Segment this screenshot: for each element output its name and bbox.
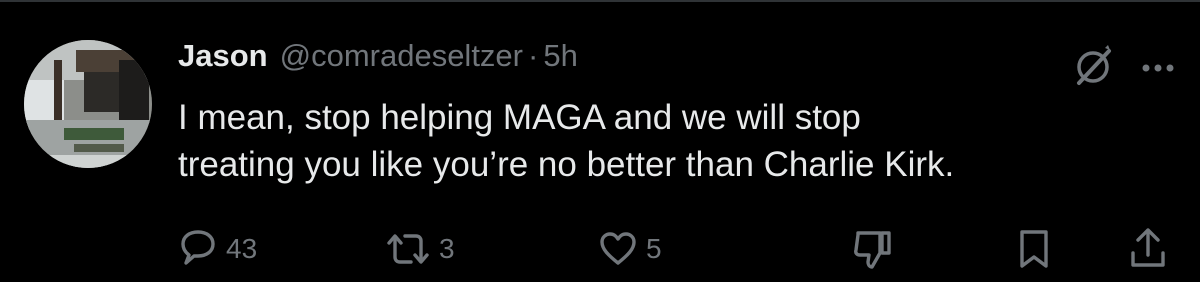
like-count: 5: [646, 233, 662, 264]
grok-icon[interactable]: [1072, 44, 1116, 93]
tweet-top-icons: [1072, 44, 1174, 93]
share-icon: [1128, 227, 1168, 271]
reply-icon: [178, 229, 218, 269]
separator-dot: ·: [528, 38, 539, 73]
like-button[interactable]: 5: [598, 226, 662, 272]
avatar[interactable]: [24, 40, 152, 168]
repost-icon: [385, 229, 431, 269]
tweet-text-line-1: I mean, stop helping MAGA and we will st…: [178, 98, 861, 137]
share-button[interactable]: [1128, 226, 1168, 272]
tweet-text-line-2: treating you like you’re no better than …: [178, 145, 955, 184]
thumbs-down-icon: [850, 227, 894, 271]
bookmark-icon: [1016, 228, 1052, 270]
tweet-timestamp[interactable]: 5h: [543, 38, 577, 74]
repost-button[interactable]: 3: [385, 226, 455, 272]
bookmark-button[interactable]: [1016, 226, 1052, 272]
reply-button[interactable]: 43: [178, 226, 257, 272]
heart-icon: [598, 229, 638, 269]
reply-count: 43: [226, 233, 258, 264]
author-name[interactable]: Jason: [178, 38, 268, 74]
top-divider: [0, 0, 1200, 2]
tweet-actions: 43 3 5: [178, 226, 1168, 272]
avatar-image: [24, 40, 152, 168]
dislike-button[interactable]: [850, 226, 894, 272]
more-icon[interactable]: [1142, 60, 1174, 78]
tweet-header: Jason @comradeseltzer · 5h: [178, 38, 578, 86]
repost-count: 3: [439, 233, 455, 264]
author-handle[interactable]: @comradeseltzer: [280, 38, 523, 74]
tweet-text: I mean, stop helping MAGA and we will st…: [178, 94, 1168, 188]
